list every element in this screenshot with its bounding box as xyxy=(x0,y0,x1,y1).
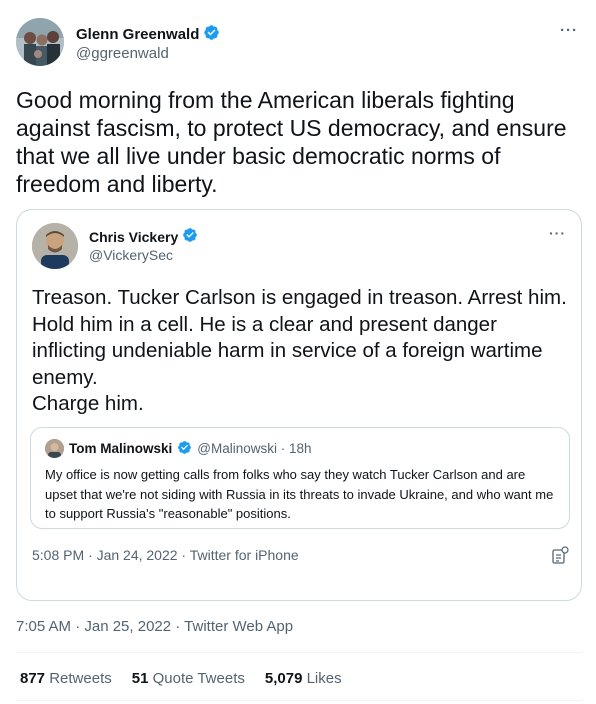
divider xyxy=(16,700,582,701)
quoted-author-name-row[interactable]: Chris Vickery xyxy=(89,227,198,246)
verified-badge-icon xyxy=(182,227,198,246)
quoted-tweet-text: Treason. Tucker Carlson is engaged in tr… xyxy=(32,285,572,418)
likes-count: 5,079 xyxy=(264,670,303,687)
quoted-text-line: Charge him. xyxy=(32,392,144,415)
analytics-icon[interactable] xyxy=(551,546,569,564)
retweets-stat[interactable]: 877 Retweets xyxy=(20,670,112,687)
author-name-row[interactable]: Glenn Greenwald xyxy=(76,24,220,45)
quote-tweets-stat[interactable]: 51 Quote Tweets xyxy=(132,670,245,687)
nested-author-handle[interactable]: @Malinowski · 18h xyxy=(197,441,311,456)
engagement-stats: 877 Retweets 51 Quote Tweets 5,079 Likes xyxy=(20,670,342,687)
nested-tweet-text: My office is now getting calls from folk… xyxy=(45,467,554,521)
quoted-author-avatar[interactable] xyxy=(32,223,78,269)
author-handle[interactable]: @ggreenwald xyxy=(76,45,169,62)
quoted-tweet-timestamp[interactable]: 5:08 PM · Jan 24, 2022 · Twitter for iPh… xyxy=(32,547,299,563)
verified-badge-icon xyxy=(203,24,220,45)
nested-quoted-tweet-card[interactable]: Tom Malinowski @Malinowski · 18h My offi… xyxy=(30,427,570,529)
quoted-text-line: Treason. Tucker Carlson is engaged in tr… xyxy=(32,286,567,389)
nested-author-row[interactable]: Tom Malinowski @Malinowski · 18h xyxy=(45,439,312,458)
author-name[interactable]: Glenn Greenwald xyxy=(76,26,199,43)
divider xyxy=(16,652,582,653)
quote-tweets-count: 51 xyxy=(131,670,149,687)
tweet-text: Good morning from the American liberals … xyxy=(16,87,567,197)
quoted-author-handle[interactable]: @VickerySec xyxy=(89,247,173,263)
likes-stat[interactable]: 5,079 Likes xyxy=(265,670,342,687)
likes-label: Likes xyxy=(306,670,342,687)
quoted-author-name[interactable]: Chris Vickery xyxy=(89,229,178,245)
retweets-count: 877 xyxy=(20,670,46,687)
more-options-icon[interactable]: ··· xyxy=(549,225,566,241)
quote-tweets-label: Quote Tweets xyxy=(152,670,245,687)
nested-author-avatar[interactable] xyxy=(45,439,64,458)
more-options-icon[interactable]: ··· xyxy=(560,22,578,39)
nested-author-name[interactable]: Tom Malinowski xyxy=(69,441,172,456)
tweet-timestamp[interactable]: 7:05 AM · Jan 25, 2022 · Twitter Web App xyxy=(16,618,293,635)
author-avatar[interactable] xyxy=(16,18,64,66)
quoted-tweet-card[interactable]: Chris Vickery @VickerySec ··· Treason. T… xyxy=(16,209,582,601)
retweets-label: Retweets xyxy=(49,670,112,687)
verified-badge-icon xyxy=(177,440,192,458)
